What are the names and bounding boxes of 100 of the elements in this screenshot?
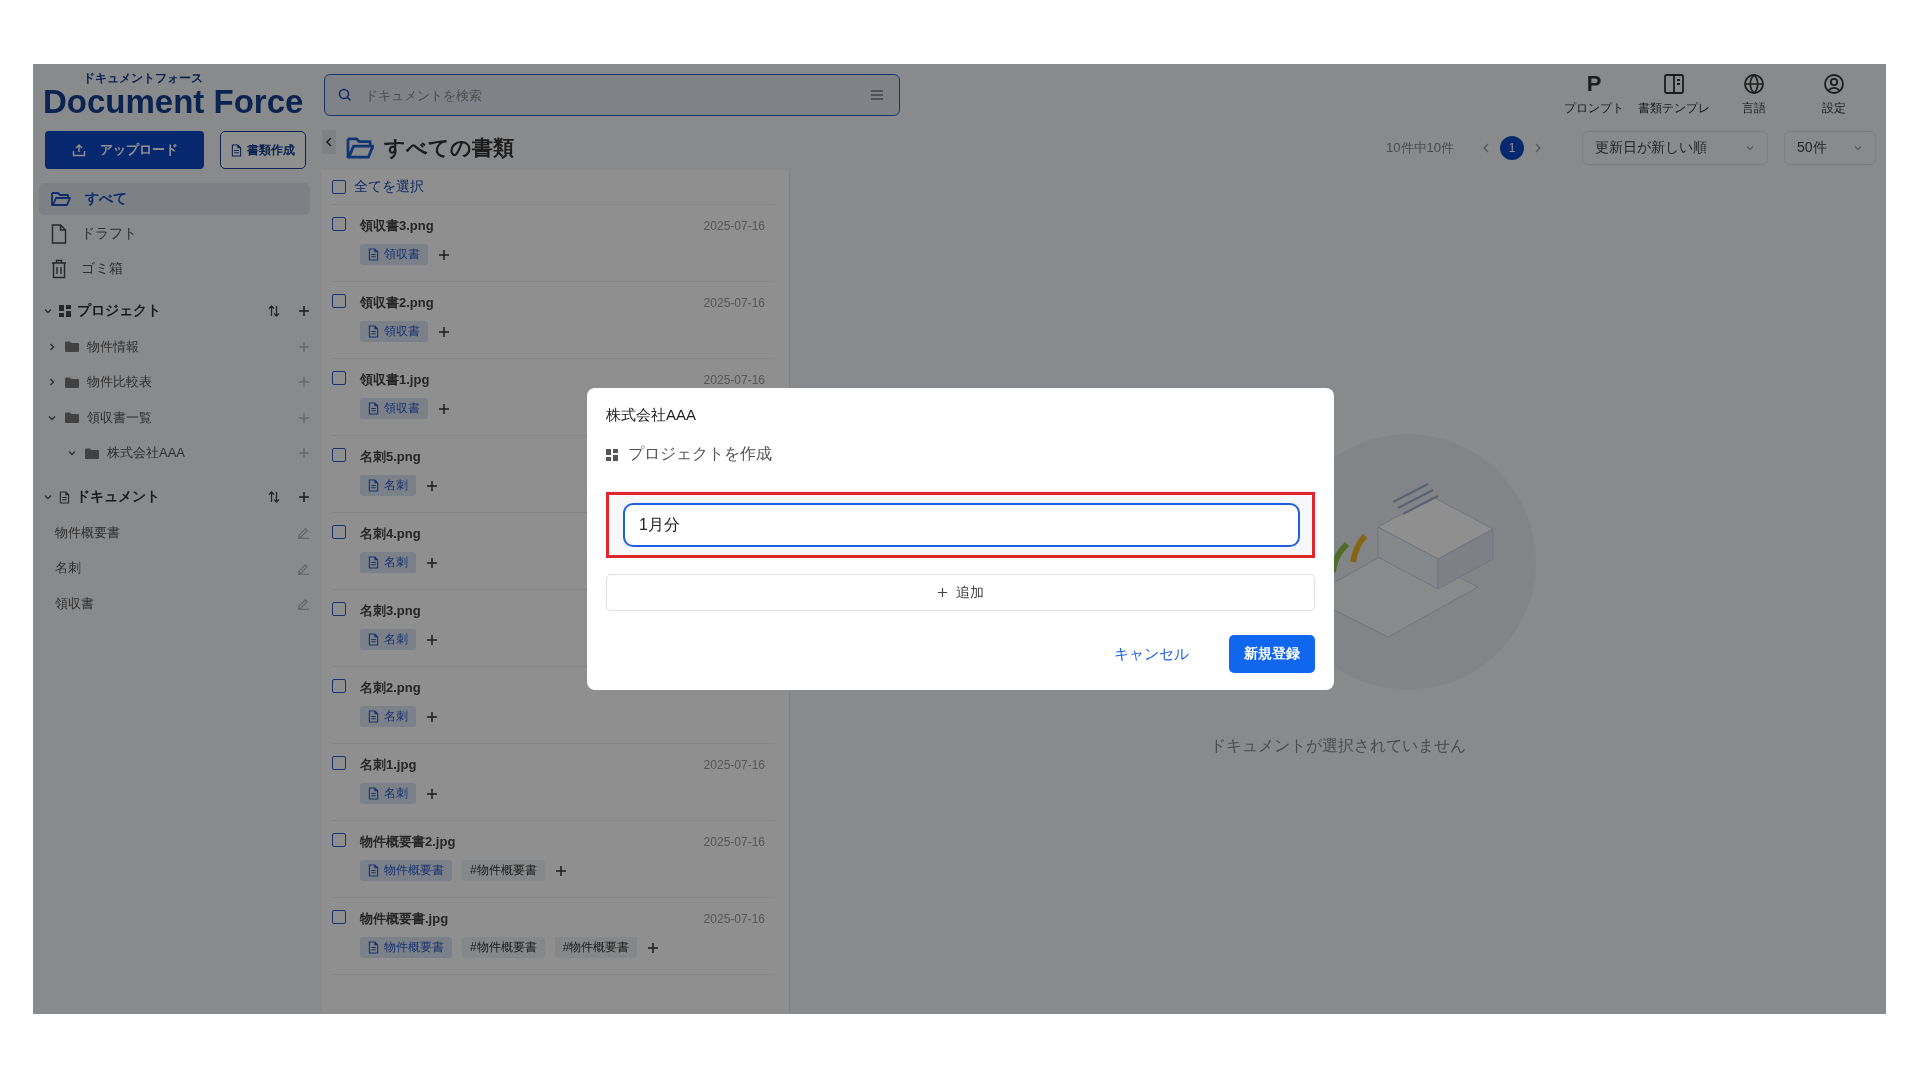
upload-icon: [71, 143, 86, 157]
empty-message: ドキュメントが選択されていません: [1210, 736, 1466, 756]
project-item[interactable]: 物件情報: [87, 337, 290, 356]
sort-icon[interactable]: [268, 491, 280, 503]
checkbox[interactable]: [332, 679, 346, 693]
document-type-tag[interactable]: 物件概要書: [360, 937, 452, 958]
checkbox[interactable]: [332, 833, 346, 847]
document-type-item[interactable]: 物件概要書: [55, 523, 297, 542]
document-type-item[interactable]: 名刺: [55, 559, 297, 578]
document-icon: [368, 556, 379, 569]
search-icon: [338, 88, 352, 102]
folder-icon: [51, 191, 71, 207]
cancel-button[interactable]: キャンセル: [1114, 644, 1189, 664]
file-name[interactable]: 名刺1.jpg: [360, 756, 417, 774]
dialog-title: プロジェクトを作成: [628, 444, 772, 464]
nav-item[interactable]: すべて: [39, 183, 310, 215]
file-name[interactable]: 領収書3.png: [360, 217, 434, 235]
file-date: 2025-07-16: [703, 835, 765, 849]
document-type-tag[interactable]: 名刺: [360, 475, 416, 496]
checkbox[interactable]: [332, 448, 346, 462]
plus-icon[interactable]: [426, 556, 438, 569]
plus-icon[interactable]: [426, 479, 438, 492]
nav-item[interactable]: ゴミ箱: [39, 253, 310, 285]
file-name[interactable]: 領収書1.jpg: [360, 371, 430, 389]
section-title: プロジェクト: [77, 302, 162, 320]
checkbox[interactable]: [332, 180, 346, 194]
plus-icon[interactable]: [438, 325, 450, 338]
document-type-tag[interactable]: 領収書: [360, 321, 428, 342]
chevron-right-icon[interactable]: [1534, 143, 1542, 153]
chevron-down-icon[interactable]: [43, 492, 53, 502]
file-name[interactable]: 領収書2.png: [360, 294, 434, 312]
project-name-field[interactable]: 1月分: [623, 503, 1300, 547]
sort-icon[interactable]: [268, 305, 280, 317]
toolbar-button[interactable]: P プロンプト: [1556, 73, 1632, 117]
plus-icon[interactable]: [426, 787, 438, 800]
file-date: 2025-07-16: [703, 296, 765, 310]
hashtag-tag[interactable]: #物件概要書: [462, 860, 545, 881]
document-type-tag[interactable]: 領収書: [360, 244, 428, 265]
document-type-tag[interactable]: 物件概要書: [360, 860, 452, 881]
document-icon: [368, 325, 379, 338]
checkbox[interactable]: [332, 217, 346, 231]
create-document-button[interactable]: 書類作成: [220, 131, 306, 169]
select-all-link[interactable]: 全てを選択: [354, 178, 424, 196]
plus-icon[interactable]: [426, 710, 438, 723]
menu-icon[interactable]: [870, 89, 884, 101]
checkbox[interactable]: [332, 294, 346, 308]
document-icon: [368, 633, 379, 646]
toolbar-button[interactable]: 言語: [1716, 73, 1792, 117]
file-name[interactable]: 名刺3.png: [360, 602, 421, 620]
chevron-left-icon[interactable]: [1482, 143, 1490, 153]
file-name[interactable]: 名刺5.png: [360, 448, 421, 466]
checkbox[interactable]: [332, 910, 346, 924]
plus-icon[interactable]: [554, 864, 567, 877]
upload-button[interactable]: アップロード: [45, 131, 204, 169]
folder-icon: [85, 447, 99, 459]
project-item[interactable]: 株式会社AAA: [107, 444, 290, 463]
plus-icon[interactable]: [298, 491, 310, 503]
hashtag-tag[interactable]: #物件概要書: [554, 937, 638, 958]
plus-icon[interactable]: [647, 941, 660, 954]
add-button[interactable]: 追加: [606, 574, 1315, 611]
document-type-item[interactable]: 領収書: [55, 594, 297, 613]
nav-item[interactable]: ドラフト: [39, 218, 310, 250]
page-button[interactable]: 1: [1500, 136, 1524, 160]
document-type-tag[interactable]: 名刺: [360, 706, 416, 727]
folder-icon: [65, 412, 79, 424]
document-icon: [59, 490, 70, 504]
chevron-down-icon[interactable]: [43, 306, 53, 316]
per-page-dropdown[interactable]: 50件: [1784, 131, 1876, 165]
file-date: 2025-07-16: [703, 912, 765, 926]
hashtag-tag[interactable]: #物件概要書: [462, 937, 545, 958]
sort-dropdown[interactable]: 更新日が新しい順: [1582, 131, 1768, 165]
trash-icon: [51, 259, 67, 279]
document-type-tag[interactable]: 名刺: [360, 629, 416, 650]
toolbar-button[interactable]: 設定: [1796, 73, 1872, 117]
document-type-tag[interactable]: 領収書: [360, 398, 428, 419]
file-name[interactable]: 物件概要書.jpg: [360, 910, 449, 928]
document-icon: [368, 402, 379, 415]
plus-icon[interactable]: [438, 402, 450, 415]
plus-icon[interactable]: [298, 305, 310, 317]
checkbox[interactable]: [332, 371, 346, 385]
file-name[interactable]: 名刺2.png: [360, 679, 421, 697]
chevron-right-icon[interactable]: [47, 377, 57, 388]
document-icon: [368, 479, 379, 492]
plus-icon[interactable]: [438, 248, 450, 261]
submit-button[interactable]: 新規登録: [1229, 635, 1315, 673]
chevron-right-icon[interactable]: [47, 341, 57, 352]
file-name[interactable]: 名刺4.png: [360, 525, 421, 543]
checkbox[interactable]: [332, 756, 346, 770]
document-icon: [368, 710, 379, 723]
toolbar-button[interactable]: 書類テンプレ: [1636, 73, 1712, 117]
document-type-tag[interactable]: 名刺: [360, 552, 416, 573]
document-type-tag[interactable]: 名刺: [360, 783, 416, 804]
folder-icon: [65, 376, 79, 388]
checkbox[interactable]: [332, 602, 346, 616]
logo-name: Document Force: [43, 85, 305, 119]
collapse-button[interactable]: [322, 130, 336, 154]
checkbox[interactable]: [332, 525, 346, 539]
project-item[interactable]: 物件比較表: [87, 373, 290, 392]
file-name[interactable]: 物件概要書2.jpg: [360, 833, 456, 851]
plus-icon[interactable]: [426, 633, 438, 646]
